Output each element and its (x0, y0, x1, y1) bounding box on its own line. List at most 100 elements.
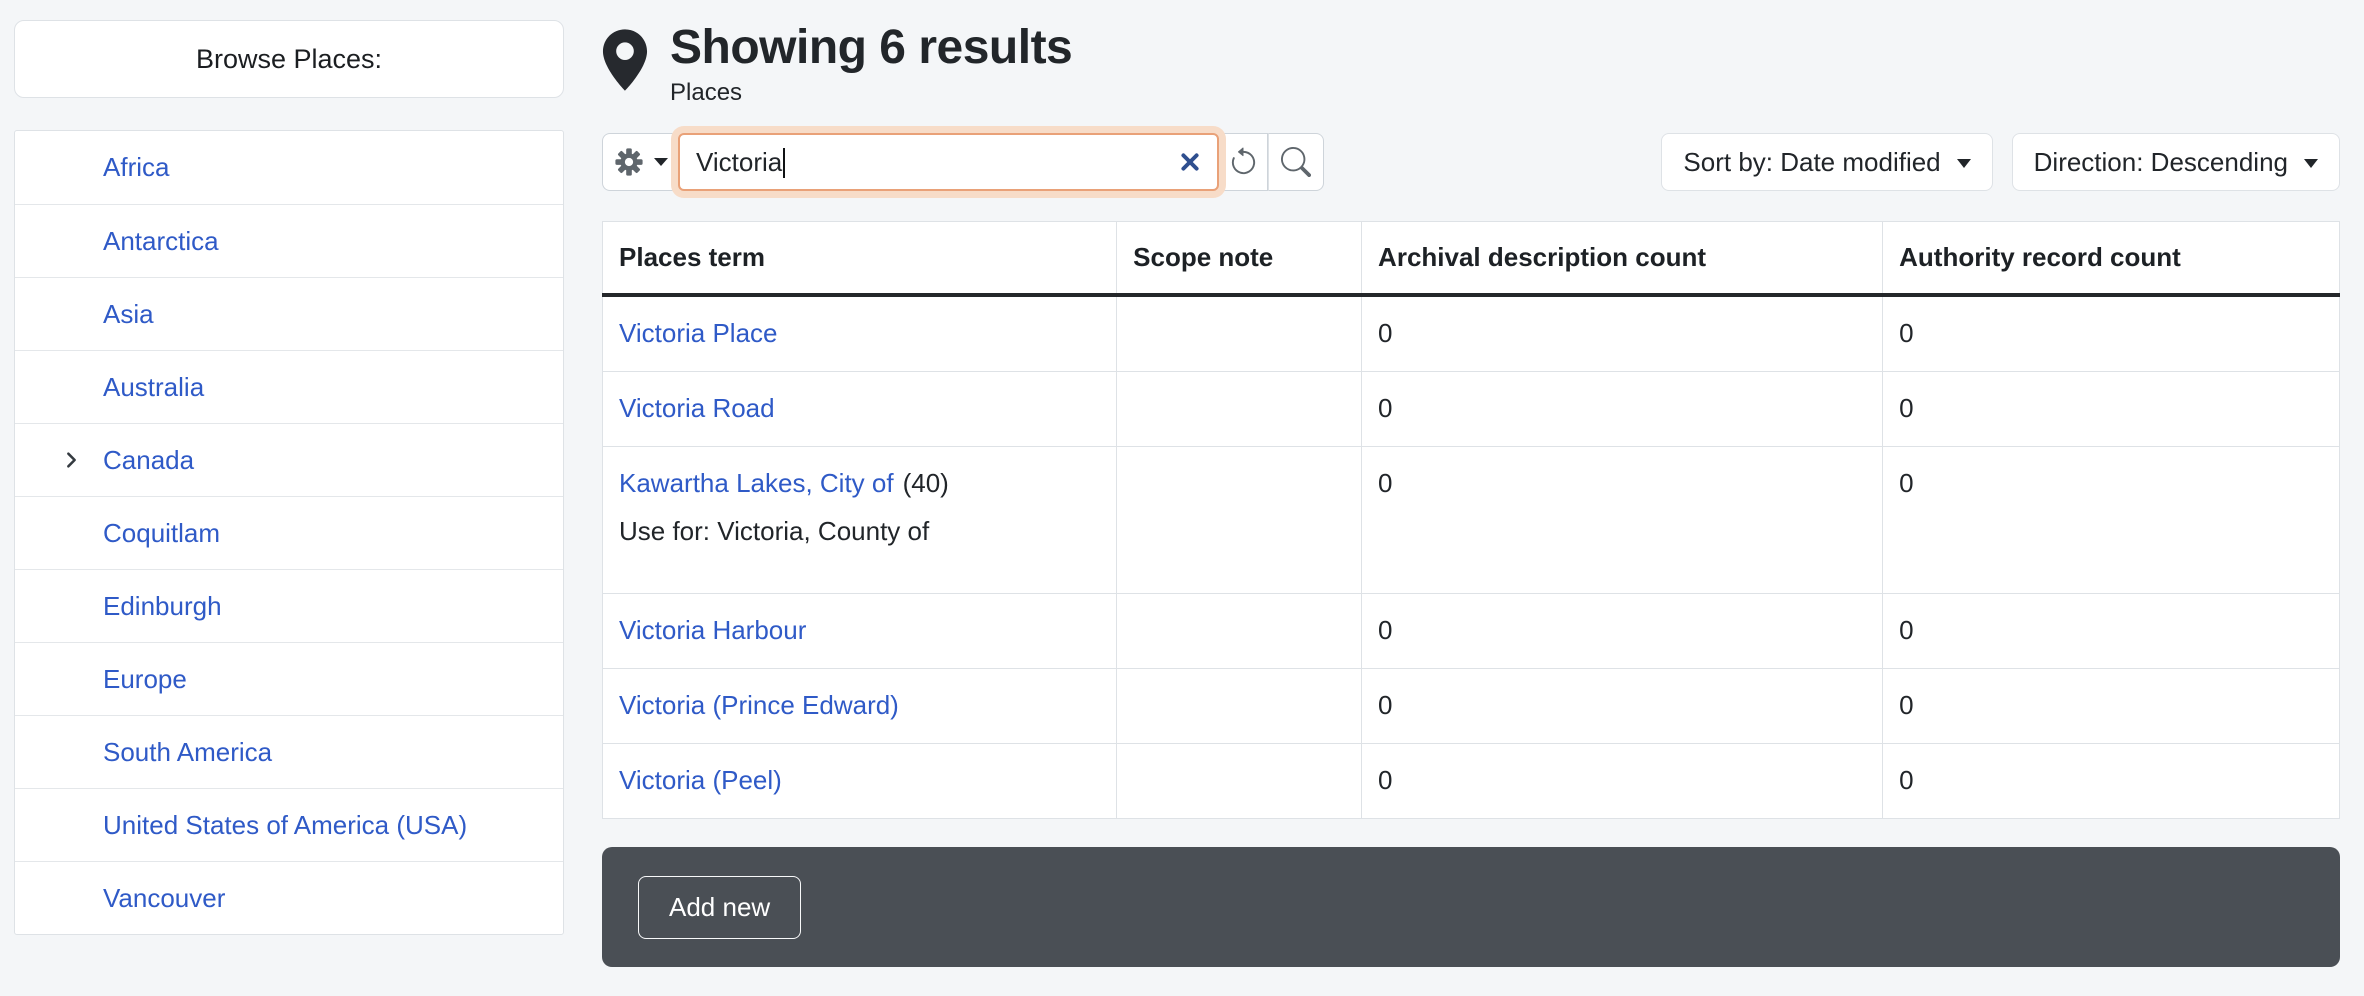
search-options-button[interactable] (602, 133, 678, 191)
sidebar-title: Browse Places: (196, 44, 382, 75)
place-term-link[interactable]: Victoria (Prince Edward) (619, 690, 899, 720)
table-row: Victoria Harbour 0 0 (603, 594, 2340, 669)
table-row: Victoria (Peel) 0 0 (603, 744, 2340, 819)
reset-search-button[interactable] (1219, 133, 1268, 191)
place-term-link[interactable]: Victoria Place (619, 318, 778, 348)
sidebar-place-item: Asia (15, 277, 563, 350)
sidebar-list: Africa Antarctica Asia Australia Canada (14, 130, 564, 935)
sidebar-place-item: Edinburgh (15, 569, 563, 642)
scope-note-cell (1117, 744, 1362, 819)
term-suffix: (40) (903, 468, 949, 498)
archival-count-cell: 0 (1362, 372, 1883, 447)
use-for-note: Use for: Victoria, County of (619, 516, 1100, 547)
sidebar-place-item: Africa (15, 131, 563, 204)
results-main: Showing 6 results Places (602, 20, 2340, 967)
authority-count-cell: 0 (1883, 744, 2340, 819)
search-field-focused (678, 133, 1219, 191)
scope-note-cell (1117, 372, 1362, 447)
chevron-right-icon[interactable] (61, 450, 82, 471)
sort-by-label: Sort by: Date modified (1683, 147, 1940, 178)
column-header: Archival description count (1362, 222, 1883, 296)
gear-icon (614, 147, 644, 177)
archival-count-cell: 0 (1362, 669, 1883, 744)
authority-count-cell: 0 (1883, 669, 2340, 744)
places-term-cell: Victoria (Prince Edward) (603, 669, 1117, 744)
table-row: Victoria Place 0 0 (603, 295, 2340, 372)
places-term-cell: Victoria Road (603, 372, 1117, 447)
authority-count-cell: 0 (1883, 594, 2340, 669)
authority-count-cell: 0 (1883, 295, 2340, 372)
sidebar-item-label[interactable]: Australia (103, 372, 204, 403)
places-term-cell: Victoria Harbour (603, 594, 1117, 669)
sidebar-place-item: Vancouver (15, 861, 563, 934)
scope-note-cell (1117, 447, 1362, 594)
sidebar-item-label[interactable]: Canada (103, 445, 194, 476)
sidebar-item-label[interactable]: Edinburgh (103, 591, 222, 622)
place-term-link[interactable]: Victoria Road (619, 393, 775, 423)
sidebar-item-label[interactable]: Europe (103, 664, 187, 695)
sidebar-item-label[interactable]: Africa (103, 152, 169, 183)
page-title-block: Showing 6 results Places (670, 20, 1072, 107)
page: Browse Places: Africa Antarctica Asia (0, 0, 2364, 967)
sort-by-dropdown[interactable]: Sort by: Date modified (1661, 133, 1992, 191)
place-term-link[interactable]: Victoria (Peel) (619, 765, 782, 795)
caret-down-icon (1957, 159, 1971, 168)
magnifier-icon (1281, 147, 1311, 177)
sidebar-place-item: Canada (15, 423, 563, 496)
action-bar: Add new (602, 847, 2340, 967)
places-term-cell: Kawartha Lakes, City of (40) Use for: Vic… (603, 447, 1117, 594)
map-pin-icon (602, 28, 648, 92)
places-term-cell: Victoria Place (603, 295, 1117, 372)
sidebar-place-item: Antarctica (15, 204, 563, 277)
search-input[interactable] (680, 135, 1217, 189)
sidebar-item-label[interactable]: Antarctica (103, 226, 219, 257)
table-row: Victoria Road 0 0 (603, 372, 2340, 447)
submit-search-button[interactable] (1268, 133, 1324, 191)
column-header: Authority record count (1883, 222, 2340, 296)
sidebar-place-item: South America (15, 715, 563, 788)
sidebar-item-label[interactable]: Coquitlam (103, 518, 220, 549)
search-toolbar: Sort by: Date modified Direction: Descen… (602, 133, 2340, 191)
authority-count-cell: 0 (1883, 372, 2340, 447)
results-table: Places termScope noteArchival descriptio… (602, 221, 2340, 819)
page-header: Showing 6 results Places (602, 20, 2340, 107)
direction-label: Direction: Descending (2034, 147, 2288, 178)
archival-count-cell: 0 (1362, 594, 1883, 669)
results-table-body: Victoria Place 0 0 Victoria Road 0 0 Kaw… (603, 295, 2340, 819)
sidebar-title-card: Browse Places: (14, 20, 564, 98)
sidebar-item-label[interactable]: United States of America (USA) (103, 810, 467, 841)
reset-icon (1228, 147, 1259, 178)
sidebar-place-item: Coquitlam (15, 496, 563, 569)
places-sidebar: Browse Places: Africa Antarctica Asia (14, 20, 564, 967)
places-term-cell: Victoria (Peel) (603, 744, 1117, 819)
clear-search-button[interactable] (1175, 147, 1205, 177)
results-table-header-row: Places termScope noteArchival descriptio… (603, 222, 2340, 296)
x-clear-icon (1179, 151, 1201, 173)
search-input-group (602, 133, 1324, 191)
scope-note-cell (1117, 669, 1362, 744)
archival-count-cell: 0 (1362, 447, 1883, 594)
sidebar-place-item: Australia (15, 350, 563, 423)
caret-down-icon (2304, 159, 2318, 168)
text-cursor (783, 148, 785, 178)
sidebar-item-label[interactable]: Vancouver (103, 883, 225, 914)
add-new-button[interactable]: Add new (638, 876, 801, 939)
table-row: Kawartha Lakes, City of (40) Use for: Vic… (603, 447, 2340, 594)
column-header: Scope note (1117, 222, 1362, 296)
place-term-link[interactable]: Kawartha Lakes, City of (619, 468, 894, 498)
page-subtitle: Places (670, 79, 1072, 107)
caret-down-icon (654, 158, 668, 166)
sidebar-item-label[interactable]: South America (103, 737, 272, 768)
direction-dropdown[interactable]: Direction: Descending (2012, 133, 2340, 191)
archival-count-cell: 0 (1362, 744, 1883, 819)
toolbar-spacer (1324, 133, 1661, 191)
sidebar-item-label[interactable]: Asia (103, 299, 154, 330)
page-title: Showing 6 results (670, 20, 1072, 75)
sidebar-place-item: United States of America (USA) (15, 788, 563, 861)
column-header: Places term (603, 222, 1117, 296)
sidebar-place-item: Europe (15, 642, 563, 715)
scope-note-cell (1117, 594, 1362, 669)
authority-count-cell: 0 (1883, 447, 2340, 594)
scope-note-cell (1117, 295, 1362, 372)
place-term-link[interactable]: Victoria Harbour (619, 615, 806, 645)
